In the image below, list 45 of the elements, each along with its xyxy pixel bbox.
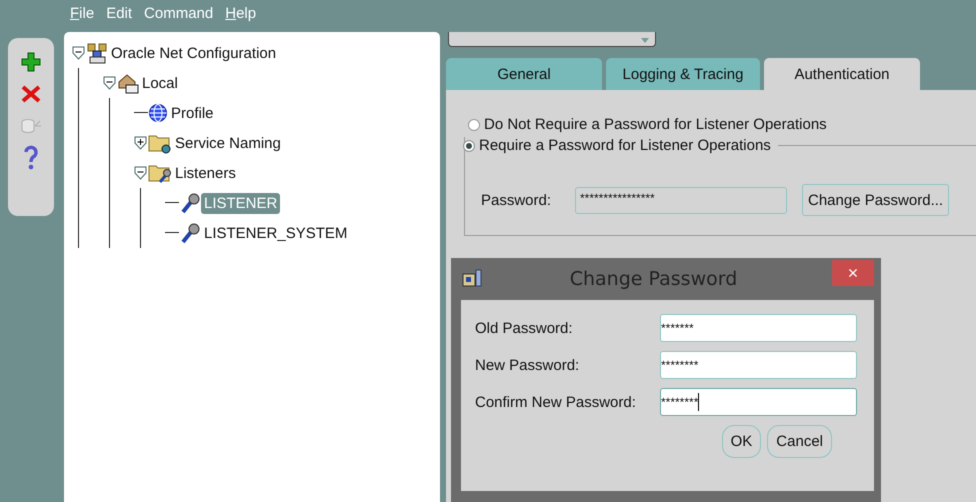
cancel-button[interactable]: Cancel [767,425,832,458]
radio-button[interactable] [463,140,475,152]
dialog-title: Change Password [568,268,738,290]
add-icon[interactable] [21,52,41,72]
radio-button[interactable] [468,118,480,130]
tree-item[interactable]: Local [139,72,181,94]
tree-item[interactable]: Profile [168,102,217,124]
collapse-icon[interactable] [72,46,85,60]
network-icon [86,42,108,64]
password-field[interactable]: ******** [660,388,857,416]
collapse-icon[interactable] [103,76,116,90]
tree-item[interactable]: Listeners [172,162,239,184]
tab[interactable]: Logging & Tracing [606,58,760,90]
menu-item[interactable]: Command [144,4,214,22]
expand-icon[interactable] [134,136,147,150]
password-field[interactable]: ******** [660,351,857,379]
field-label: Confirm New Password: [475,394,637,410]
tab[interactable]: General [446,58,602,90]
ok-button[interactable]: OK [722,425,762,458]
menu-item[interactable]: Help [225,4,256,22]
tree-item[interactable]: LISTENER [201,192,280,214]
collapse-icon[interactable] [134,166,147,180]
help-icon[interactable] [23,145,39,171]
tree-item[interactable]: LISTENER_SYSTEM [201,222,350,244]
globe-icon [148,103,168,123]
password-field[interactable]: **************** [575,186,787,214]
microphone-icon [179,222,201,244]
tab[interactable]: Authentication [764,58,920,90]
field-label: Old Password: [475,320,574,336]
caret-icon [641,38,649,43]
dropdown[interactable] [448,32,656,47]
house-icon [117,72,139,94]
tree-item[interactable]: Service Naming [172,132,284,154]
field-label: Password: [481,192,552,208]
field-label: New Password: [475,356,580,374]
menu-item[interactable]: File [70,4,94,22]
change-password-button[interactable]: Change Password... [802,184,950,216]
delete-icon[interactable] [21,85,41,103]
microphone-icon [179,192,201,214]
close-button[interactable]: × [832,260,874,286]
radio-label: Require a Password for Listener Operations [479,137,771,154]
menu-item[interactable]: Edit [106,4,132,22]
tree-item[interactable]: Oracle Net Configuration [108,42,280,64]
password-field[interactable]: ******* [660,314,857,342]
radio-label: Do Not Require a Password for Listener Operations [484,116,827,133]
